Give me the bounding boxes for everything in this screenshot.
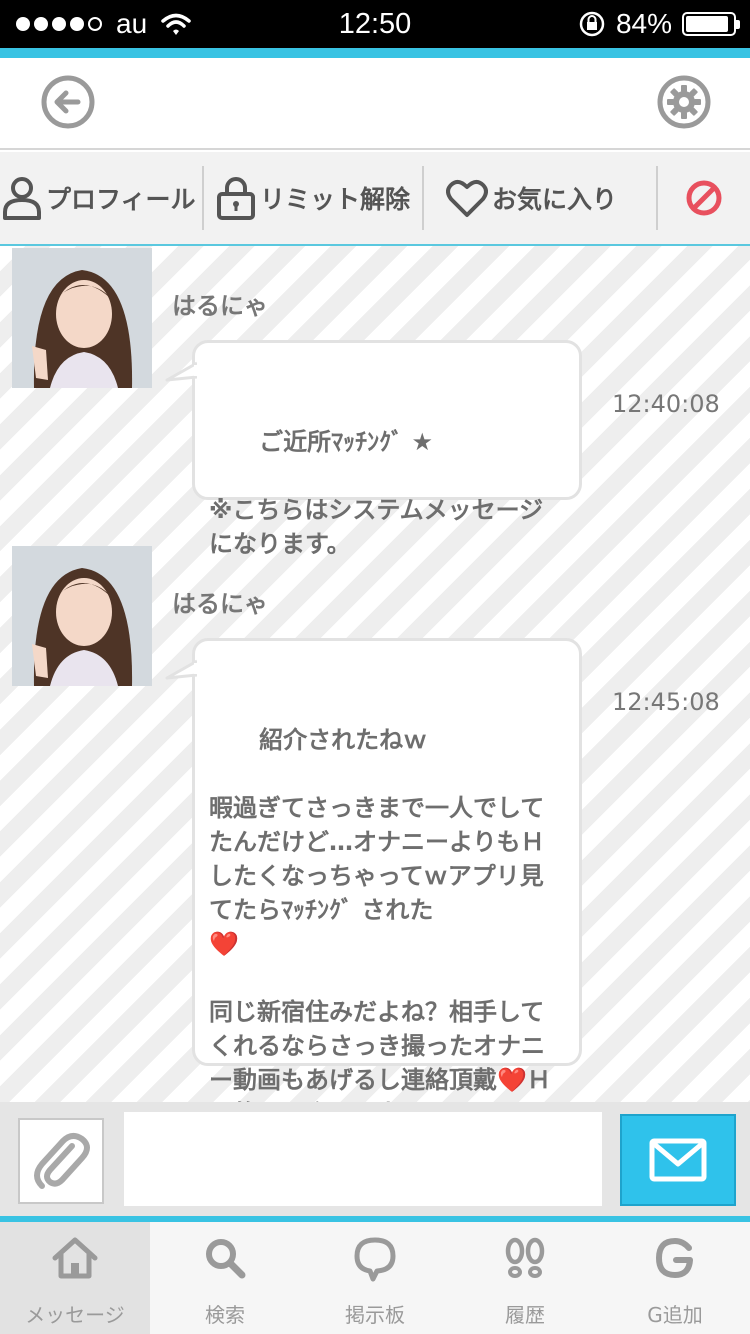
tab-label: G追加 <box>647 1303 703 1327</box>
gear-icon <box>657 75 711 129</box>
message-bubble[interactable]: 紹介されたねｗ 暇過ぎてさっきまで一人でしてたんだけど…オナニーよりもＨしたくな… <box>165 638 582 1102</box>
sender-name: はるにゃ <box>172 292 268 320</box>
sender-name: はるにゃ <box>172 590 268 618</box>
heart-emoji: ❤️ <box>209 930 239 958</box>
message-text: 同じ新宿住みだよね？相手してくれるならさっき撮ったオナニー動画もあげるし連絡頂戴 <box>209 998 545 1094</box>
chat-header <box>0 58 750 150</box>
tab-messages[interactable]: メッセージ <box>0 1222 150 1334</box>
header-accent-bar <box>0 48 750 58</box>
heart-outline-icon <box>446 180 488 217</box>
tab-g-add[interactable]: G追加 <box>600 1222 750 1334</box>
tab-history[interactable]: 履歴 <box>450 1222 600 1334</box>
message-input[interactable] <box>124 1112 602 1206</box>
favorite-label: お気に入り <box>492 185 618 214</box>
message-bubble[interactable]: ご近所ﾏｯﾁﾝｸﾞ ★ ※こちらはシステムメッセージになります。 <box>165 340 582 558</box>
limit-release-label: リミット解除 <box>260 185 411 214</box>
g-icon <box>656 1238 693 1278</box>
compose-bar <box>0 1102 750 1216</box>
back-button[interactable] <box>40 74 96 130</box>
back-arrow-icon <box>41 75 95 129</box>
battery-percent: 84% <box>615 8 672 39</box>
tab-label: メッセージ <box>25 1303 125 1327</box>
toolbar-divider <box>202 166 204 230</box>
home-icon <box>52 1237 98 1279</box>
speech-bubble-icon <box>354 1237 396 1282</box>
profile-label: プロフィール <box>46 185 196 214</box>
bubble-tail <box>165 659 197 680</box>
battery-icon <box>682 12 740 36</box>
person-icon <box>3 177 41 220</box>
profile-button[interactable]: プロフィール <box>2 152 196 244</box>
toolbar-divider <box>422 166 424 230</box>
avatar-photo <box>12 248 152 388</box>
status-right: 84% <box>578 8 740 40</box>
sender-avatar[interactable] <box>12 546 152 686</box>
tab-search[interactable]: 検索 <box>150 1222 300 1334</box>
heart-emoji: ❤️ <box>497 1066 527 1094</box>
message-list[interactable]: はるにゃ ご近所ﾏｯﾁﾝｸﾞ ★ ※こちらはシステムメッセージになります。 12… <box>0 246 750 1102</box>
screen: au 12:50 84% プロフィール リミット解除 お気に入り はるにゃ ご近… <box>0 0 750 1334</box>
envelope-icon <box>649 1138 707 1182</box>
bubble-tail <box>165 361 197 382</box>
block-icon <box>686 180 722 216</box>
tab-bar: メッセージ 検索 掲示板 履歴 G追加 <box>0 1222 750 1334</box>
status-bar: au 12:50 84% <box>0 0 750 48</box>
toolbar-divider <box>656 166 658 230</box>
sender-avatar[interactable] <box>12 248 152 388</box>
avatar-photo <box>12 546 152 686</box>
search-icon <box>206 1239 246 1279</box>
favorite-button[interactable]: お気に入り <box>446 152 617 244</box>
message-timestamp: 12:45:08 <box>612 688 720 716</box>
lock-icon <box>217 177 255 220</box>
send-button[interactable] <box>620 1114 736 1206</box>
orientation-lock-icon <box>579 11 605 37</box>
tab-label: 履歴 <box>505 1303 545 1327</box>
settings-button[interactable] <box>656 74 712 130</box>
action-toolbar: プロフィール リミット解除 お気に入り <box>0 152 750 246</box>
attach-button[interactable] <box>18 1118 104 1204</box>
footprints-icon <box>505 1237 545 1278</box>
limit-release-button[interactable]: リミット解除 <box>216 152 410 244</box>
message-text: ご近所ﾏｯﾁﾝｸﾞ ★ ※こちらはシステムメッセージになります。 <box>209 428 544 558</box>
message-timestamp: 12:40:08 <box>612 390 720 418</box>
tab-label: 検索 <box>205 1303 245 1327</box>
tab-label: 掲示板 <box>345 1303 405 1327</box>
paperclip-icon <box>34 1133 90 1189</box>
message-text: 紹介されたねｗ 暇過ぎてさっきまで一人でしてたんだけど…オナニーよりもＨしたくな… <box>209 726 545 924</box>
tab-board[interactable]: 掲示板 <box>300 1222 450 1334</box>
block-button[interactable] <box>684 152 724 244</box>
